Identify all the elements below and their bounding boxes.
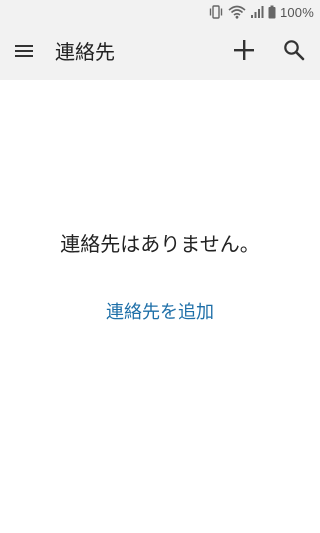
page-title: 連絡先 <box>55 40 115 64</box>
empty-state-message: 連絡先はありません。 <box>60 232 260 256</box>
menu-button[interactable] <box>10 38 38 66</box>
add-icon <box>233 39 255 65</box>
menu-icon <box>15 43 33 62</box>
search-icon <box>283 39 305 65</box>
add-contact-button[interactable] <box>230 38 258 66</box>
vibrate-icon <box>208 5 224 19</box>
battery-percentage: 100% <box>279 4 314 20</box>
wifi-icon <box>228 5 246 19</box>
battery-icon <box>268 5 276 19</box>
app-bar: 連絡先 <box>0 24 320 80</box>
add-contact-link[interactable]: 連絡先を追加 <box>0 300 320 326</box>
signal-icon <box>250 5 264 19</box>
search-button[interactable] <box>280 38 308 66</box>
status-bar: 100% <box>0 0 320 24</box>
